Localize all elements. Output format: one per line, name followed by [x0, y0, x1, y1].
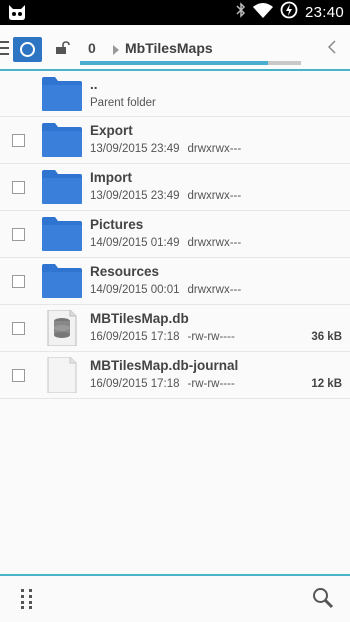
file-name: Pictures [90, 217, 144, 232]
folder-icon [42, 123, 82, 162]
folder-icon [42, 217, 82, 256]
file-row[interactable]: Import 13/09/2015 23:49 drwxrwx--- [0, 164, 350, 211]
file-meta: 13/09/2015 23:49 drwxrwx--- [90, 143, 241, 155]
status-bar: 23:40 [0, 0, 350, 25]
file-row[interactable]: MBTilesMap.db-journal 16/09/2015 17:18 -rw… [0, 352, 350, 399]
home-button[interactable] [13, 37, 42, 62]
breadcrumb-arrow-icon [113, 42, 119, 60]
progress-bar [80, 61, 301, 65]
grid-dots-icon[interactable] [20, 589, 34, 614]
file-name: .. [90, 77, 98, 92]
file-icon [42, 356, 82, 398]
file-name: Export [90, 123, 133, 138]
drawer-menu-icon[interactable] [0, 41, 9, 60]
row-checkbox[interactable] [12, 275, 25, 288]
row-checkbox[interactable] [12, 322, 25, 335]
row-checkbox[interactable] [12, 369, 25, 382]
file-permissions: -rw-rw---- [187, 378, 235, 390]
file-row[interactable]: .. Parent folder [0, 71, 350, 117]
search-icon[interactable] [312, 587, 334, 614]
file-permissions: drwxrwx--- [187, 190, 242, 202]
file-name: MBTilesMap.db-journal [90, 358, 239, 373]
row-checkbox[interactable] [12, 181, 25, 194]
file-date: 16/09/2015 17:18 [90, 331, 180, 343]
bluetooth-icon [236, 2, 246, 23]
file-meta: 16/09/2015 17:18 -rw-rw---- [90, 331, 235, 343]
wifi-icon [252, 2, 273, 23]
file-meta: 16/09/2015 17:18 -rw-rw---- [90, 378, 235, 390]
file-permissions: -rw-rw---- [187, 331, 235, 343]
file-name: Import [90, 170, 132, 185]
file-permissions: drwxrwx--- [187, 143, 242, 155]
database-file-icon [42, 309, 82, 351]
row-checkbox[interactable] [12, 228, 25, 241]
file-list: .. Parent folder Export 13/09/2015 23:49 drw… [0, 71, 350, 399]
action-bar: 0 MbTilesMaps [0, 25, 350, 71]
file-row[interactable]: Resources 14/09/2015 00:01 drwxrwx--- [0, 258, 350, 305]
file-meta: 14/09/2015 01:49 drwxrwx--- [90, 237, 241, 249]
cyanogen-icon [7, 3, 27, 26]
file-size: 12 kB [311, 378, 342, 390]
file-name: Resources [90, 264, 160, 279]
file-row[interactable]: Export 13/09/2015 23:49 drwxrwx--- [0, 117, 350, 164]
file-name: MBTilesMap.db [90, 311, 189, 326]
selected-count: 0 [88, 40, 96, 56]
file-permissions: drwxrwx--- [187, 237, 242, 249]
chevron-left-icon[interactable] [327, 40, 336, 59]
file-meta: Parent folder [90, 97, 156, 109]
file-date: 13/09/2015 23:49 [90, 143, 180, 155]
clock: 23:40 [304, 4, 344, 21]
circle-icon [20, 42, 35, 57]
file-date: 14/09/2015 01:49 [90, 237, 180, 249]
file-permissions: drwxrwx--- [187, 284, 242, 296]
file-date: 13/09/2015 23:49 [90, 190, 180, 202]
file-row[interactable]: Pictures 14/09/2015 01:49 drwxrwx--- [0, 211, 350, 258]
folder-icon [42, 77, 82, 116]
file-size: 36 kB [311, 331, 342, 343]
folder-icon [42, 264, 82, 303]
file-date: 16/09/2015 17:18 [90, 378, 180, 390]
file-date: 14/09/2015 00:01 [90, 284, 180, 296]
folder-icon [42, 170, 82, 209]
row-checkbox[interactable] [12, 134, 25, 147]
breadcrumb[interactable]: MbTilesMaps [125, 40, 213, 56]
progress-fill [80, 61, 268, 65]
battery-charging-icon [280, 1, 298, 24]
file-meta: 13/09/2015 23:49 drwxrwx--- [90, 190, 241, 202]
file-row[interactable]: MBTilesMap.db 16/09/2015 17:18 -rw-rw---- 3… [0, 305, 350, 352]
bottom-bar [0, 576, 350, 622]
file-meta: 14/09/2015 00:01 drwxrwx--- [90, 284, 241, 296]
unlock-icon[interactable] [54, 41, 70, 60]
